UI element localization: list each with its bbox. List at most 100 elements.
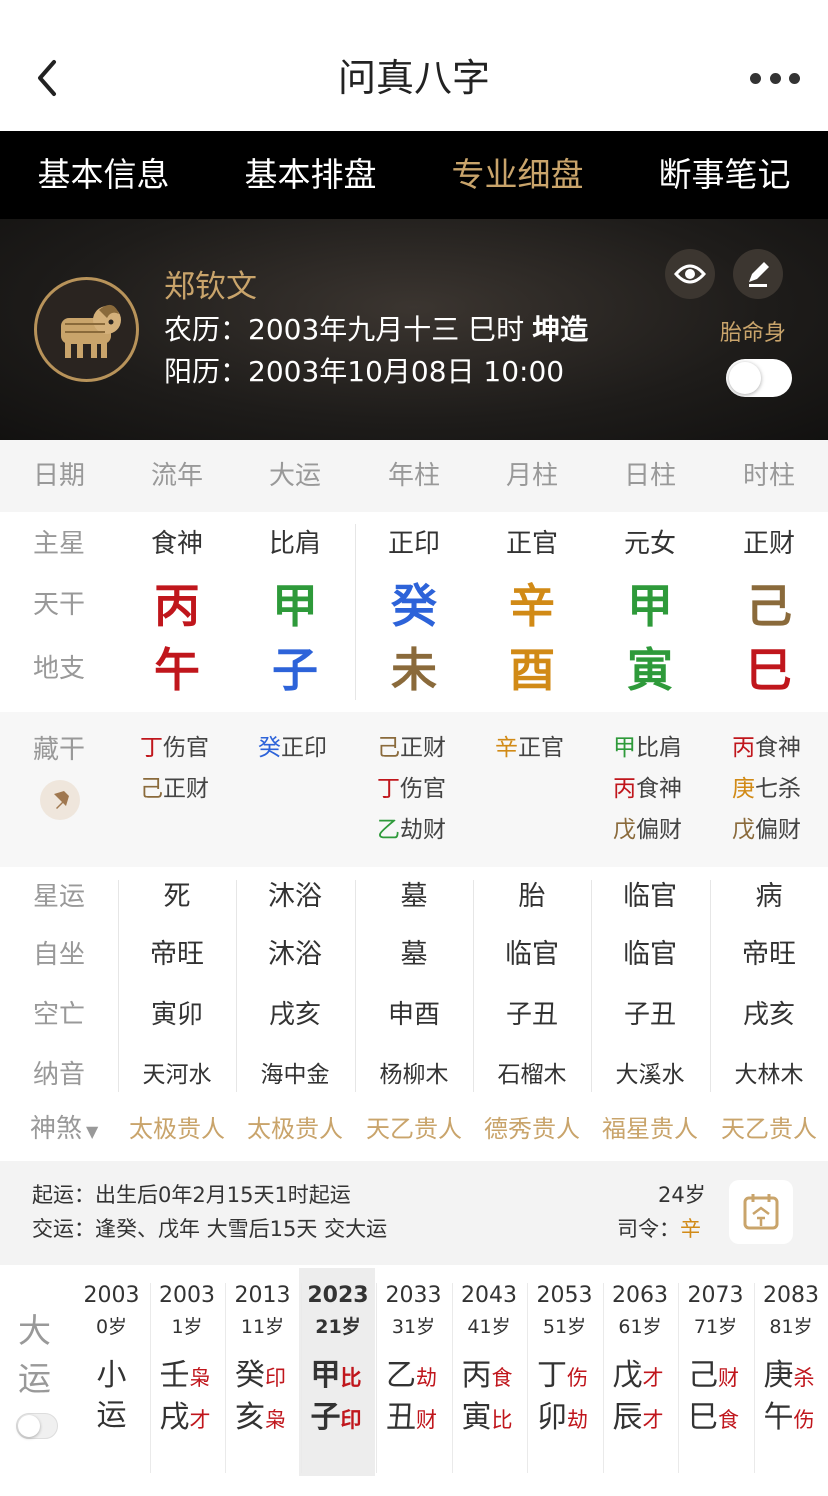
dayun-char: 甲: [310, 1358, 341, 1393]
shensha-liunian[interactable]: 太极贵人: [118, 1111, 236, 1147]
dayun-char: 戊: [612, 1358, 643, 1393]
nayin-cell: 海中金: [260, 1062, 330, 1088]
shensha-day[interactable]: 福星贵人: [591, 1111, 709, 1147]
dayun-year: 2053: [536, 1283, 593, 1308]
canggan-stem: 庚: [732, 776, 755, 802]
dayun-age: 51岁: [542, 1316, 587, 1338]
col-header-dayun[interactable]: 大运: [236, 440, 354, 512]
dayun-item[interactable]: 2003 0岁小运: [74, 1280, 149, 1436]
tiangan-day: 甲: [627, 579, 673, 633]
dayun-shishen-tag: 比: [340, 1366, 362, 1390]
shensha-hour[interactable]: 天乙贵人: [710, 1111, 828, 1147]
xingyun-cell: 胎: [518, 881, 546, 912]
shensha-year[interactable]: 天乙贵人: [355, 1111, 473, 1147]
dayun-shishen-tag: 比: [491, 1408, 513, 1432]
dayun-ganzhi-line: 壬枭: [150, 1356, 225, 1398]
dayun-age: 1岁: [171, 1316, 203, 1338]
kongwang-cell: 寅卯: [150, 1000, 203, 1030]
dayun-age: 11岁: [240, 1316, 285, 1338]
shensha-dayun[interactable]: 太极贵人: [236, 1111, 354, 1147]
dayun-item[interactable]: 2073 71岁 己财 巳食: [678, 1280, 753, 1440]
siling-label: 司令：: [617, 1217, 680, 1241]
canggan-item: 丙食神: [613, 769, 682, 809]
shensha-toggle[interactable]: 神煞 ▼: [30, 1111, 98, 1150]
lunar-prefix: 农历：: [164, 313, 249, 346]
canggan-shishen: 七杀: [755, 776, 801, 802]
canggan-stem: 丁: [377, 776, 400, 802]
col-header-year: 年柱: [387, 461, 440, 491]
dayun-item[interactable]: 2063 61岁 戊才 辰才: [603, 1280, 678, 1440]
more-options-icon[interactable]: [750, 70, 800, 86]
dayun-char: 己: [688, 1358, 718, 1393]
dayun-item[interactable]: 2033 31岁 乙劫 丑财: [376, 1280, 451, 1440]
col-header-month: 月柱: [505, 461, 558, 491]
shensha-month[interactable]: 德秀贵人: [473, 1111, 591, 1147]
tab-basic-info[interactable]: 基本信息: [0, 131, 207, 219]
col-header-liunian[interactable]: 流年: [118, 440, 236, 512]
tab-basic-chart[interactable]: 基本排盘: [207, 131, 414, 219]
dayun-label-bottom: 运: [18, 1359, 51, 1398]
dayun-char: 丑: [386, 1400, 416, 1435]
dayun-shishen-tag: 伤: [567, 1366, 588, 1390]
zodiac-goat-avatar: [34, 277, 139, 382]
canggan-stem: 甲: [613, 735, 636, 761]
col-header-day: 日柱: [623, 461, 676, 491]
dizhi-dayun: 子: [272, 643, 318, 697]
dayun-shishen-tag: 杀: [793, 1366, 815, 1390]
nayin-cell: 大溪水: [615, 1062, 685, 1088]
canggan-stem: 戊: [732, 817, 755, 843]
dayun-char: 乙: [386, 1358, 416, 1393]
canggan-item: 己正财: [140, 769, 209, 809]
dayun-char: 癸: [235, 1358, 265, 1393]
canggan-stem: 丁: [140, 735, 163, 761]
pin-icon[interactable]: [40, 780, 80, 820]
tab-professional-chart[interactable]: 专业细盘: [414, 131, 621, 219]
canggan-shishen: 正财: [400, 735, 446, 761]
dayun-shishen-tag: 才: [189, 1408, 211, 1432]
dayun-ganzhi-line: 寅比: [452, 1398, 527, 1440]
taimingshen-label: 胎命身: [720, 321, 787, 346]
kongwang-cell: 戌亥: [742, 1000, 795, 1030]
kongwang-cell: 戌亥: [268, 1000, 321, 1030]
canggan-item: 己正财: [377, 728, 446, 768]
edit-pencil-icon[interactable]: [733, 249, 783, 299]
dizhi-year: 未: [391, 643, 437, 697]
dayun-age: 81岁: [769, 1316, 813, 1338]
dayun-shishen-tag: 印: [265, 1366, 286, 1390]
eye-icon[interactable]: [665, 249, 715, 299]
tab-bar: 基本信息 基本排盘 专业细盘 断事笔记: [0, 131, 828, 219]
dayun-toggle[interactable]: [16, 1413, 58, 1439]
person-name: 郑钦文: [164, 269, 257, 305]
dayun-item[interactable]: 2013 11岁 癸印 亥枭: [225, 1280, 300, 1440]
tab-notes[interactable]: 断事笔记: [621, 131, 828, 219]
dayun-ganzhi-line: 丁伤: [527, 1356, 602, 1398]
dayun-shishen-tag: 才: [642, 1366, 664, 1390]
nayin-cell: 杨柳木: [379, 1062, 449, 1088]
dayun-item[interactable]: 2023 21岁 甲比 子印: [301, 1280, 376, 1440]
qiyun-start: 起运：出生后0年2月15天1时起运: [32, 1183, 351, 1207]
dizhi-day: 寅: [627, 643, 673, 697]
canggan-shishen: 劫财: [400, 817, 446, 843]
dayun-item[interactable]: 2083 81岁 庚杀 午伤: [754, 1280, 828, 1440]
dayun-ganzhi-line: 戊才: [603, 1356, 678, 1398]
row-label-xingyun: 星运: [32, 882, 85, 912]
dayun-item[interactable]: 2003 1岁 壬枭 戌才: [150, 1280, 225, 1440]
dayun-char: 子: [310, 1400, 341, 1435]
dayun-year: 2003: [83, 1283, 140, 1308]
tiangan-year: 癸: [391, 579, 437, 633]
dayun-ganzhi-line: 亥枭: [225, 1398, 300, 1440]
calendar-icon[interactable]: [729, 1180, 793, 1244]
gender-tag: 坤造: [532, 313, 589, 346]
taimingshen-toggle[interactable]: [726, 359, 792, 397]
dayun-shishen-tag: 食: [718, 1408, 739, 1432]
dayun-char: 丁: [537, 1358, 567, 1393]
zizuo-cell: 墓: [400, 939, 428, 970]
solar-date-line: 阳历：2003年10月08日 10:00: [164, 353, 564, 391]
col-header-date: 日期: [32, 461, 85, 491]
dayun-item[interactable]: 2053 51岁 丁伤 卯劫: [527, 1280, 602, 1440]
canggan-item: 甲比肩: [613, 728, 682, 768]
canggan-shishen: 伤官: [163, 735, 209, 761]
canggan-stem: 丙: [732, 735, 755, 761]
dayun-age: 0岁: [95, 1316, 128, 1338]
dayun-item[interactable]: 2043 41岁 丙食 寅比: [452, 1280, 527, 1440]
